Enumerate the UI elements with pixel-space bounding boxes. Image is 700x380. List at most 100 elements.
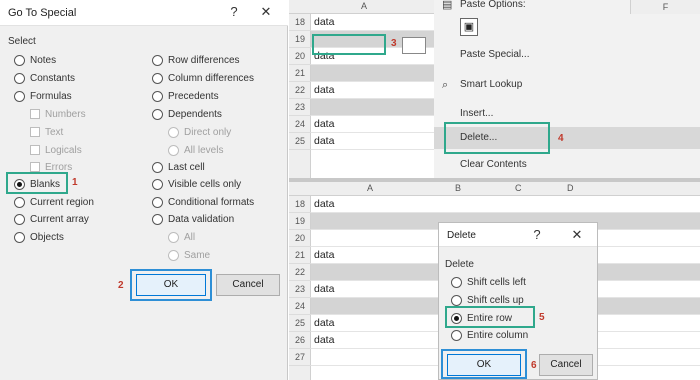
delete-dialog: Delete ? ✕ Delete Shift cells left Shift… xyxy=(438,222,598,380)
option-label: Numbers xyxy=(45,108,86,120)
direct-only-option: Direct only xyxy=(168,125,231,139)
menu-label: Smart Lookup xyxy=(460,79,523,90)
menu-label: Insert... xyxy=(460,108,494,119)
numbers-option: Numbers xyxy=(30,107,86,121)
row-number[interactable]: 18 xyxy=(289,14,311,31)
radio-icon xyxy=(168,126,179,138)
radio-icon xyxy=(14,196,25,208)
menu-label: Paste Options: xyxy=(460,0,526,10)
table-row[interactable]: data xyxy=(311,196,700,213)
notes-option[interactable]: Notes xyxy=(14,53,56,67)
current-region-option[interactable]: Current region xyxy=(14,195,94,209)
step-number: 5 xyxy=(539,312,545,323)
dialog-title-bar: Delete ? ✕ xyxy=(439,223,597,247)
close-icon[interactable]: ✕ xyxy=(569,227,585,243)
conditional-formats-option[interactable]: Conditional formats xyxy=(152,195,254,209)
option-label: All levels xyxy=(184,144,224,156)
help-icon[interactable]: ? xyxy=(226,4,242,20)
option-label: Entire column xyxy=(467,329,529,341)
menu-item-clear-contents[interactable]: Clear Contents xyxy=(434,154,700,176)
row-number[interactable]: 24 xyxy=(289,116,311,133)
shift-cells-left-option[interactable]: Shift cells left xyxy=(451,275,526,289)
delete-highlight xyxy=(444,122,550,154)
precedents-option[interactable]: Precedents xyxy=(152,89,219,103)
row-number[interactable]: 24 xyxy=(289,298,311,315)
step-number: 2 xyxy=(118,280,124,291)
table-row[interactable]: data xyxy=(311,133,434,150)
radio-icon xyxy=(168,144,179,156)
search-icon: ⌕ xyxy=(442,79,449,91)
row-number[interactable]: 23 xyxy=(289,281,311,298)
shift-cells-up-option[interactable]: Shift cells up xyxy=(451,293,524,307)
option-label: Current region xyxy=(30,196,94,208)
table-row[interactable] xyxy=(311,65,434,82)
data-validation-option[interactable]: Data validation xyxy=(152,212,234,226)
row-number[interactable]: 20 xyxy=(289,48,311,65)
column-header-row: A B C D xyxy=(289,182,700,196)
row-number[interactable]: 21 xyxy=(289,247,311,264)
column-differences-option[interactable]: Column differences xyxy=(152,71,254,85)
column-header[interactable]: A xyxy=(367,183,373,193)
same-option: Same xyxy=(168,248,210,262)
row-number[interactable]: 25 xyxy=(289,315,311,332)
option-label: Notes xyxy=(30,54,57,66)
radio-icon xyxy=(14,213,25,225)
row-number[interactable]: 26 xyxy=(289,332,311,349)
dependents-option[interactable]: Dependents xyxy=(152,107,222,121)
last-cell-option[interactable]: Last cell xyxy=(152,160,205,174)
radio-icon xyxy=(152,90,163,102)
row-number[interactable]: 22 xyxy=(289,264,311,281)
menu-item-smart-lookup[interactable]: ⌕ Smart Lookup xyxy=(434,74,700,96)
checkbox-icon xyxy=(30,162,40,172)
row-differences-option[interactable]: Row differences xyxy=(152,53,240,67)
blank-cell-highlight xyxy=(312,34,386,55)
cell-box[interactable] xyxy=(402,37,426,54)
row-number[interactable]: 19 xyxy=(289,213,311,230)
menu-item-paste-special[interactable]: Paste Special... xyxy=(434,44,700,66)
row-number[interactable]: 23 xyxy=(289,99,311,116)
constants-option[interactable]: Constants xyxy=(14,71,75,85)
logicals-option: Logicals xyxy=(30,143,82,157)
cancel-button[interactable]: Cancel xyxy=(539,354,593,376)
column-header[interactable]: F xyxy=(630,0,700,14)
radio-icon xyxy=(14,72,25,84)
row-number[interactable]: 27 xyxy=(289,349,311,366)
cancel-button[interactable]: Cancel xyxy=(216,274,280,296)
row-number[interactable]: 20 xyxy=(289,230,311,247)
row-number[interactable]: 18 xyxy=(289,196,311,213)
radio-icon xyxy=(152,178,163,190)
current-array-option[interactable]: Current array xyxy=(14,212,89,226)
option-label: Column differences xyxy=(168,72,254,84)
row-number[interactable]: 19 xyxy=(289,31,311,48)
radio-icon xyxy=(152,196,163,208)
checkbox-icon xyxy=(30,109,40,119)
radio-icon xyxy=(152,108,163,120)
column-header[interactable]: C xyxy=(515,183,522,193)
blanks-highlight xyxy=(6,172,68,194)
column-header-row: A xyxy=(289,0,434,14)
dialog-title-bar: Go To Special ? ✕ xyxy=(0,0,288,26)
table-row[interactable] xyxy=(311,99,434,116)
table-row[interactable]: data xyxy=(311,14,434,31)
objects-option[interactable]: Objects xyxy=(14,230,64,244)
visible-cells-only-option[interactable]: Visible cells only xyxy=(152,177,241,191)
row-number[interactable]: 22 xyxy=(289,82,311,99)
help-icon[interactable]: ? xyxy=(529,227,545,243)
radio-icon xyxy=(14,90,25,102)
close-icon[interactable]: ✕ xyxy=(258,4,274,20)
clipboard-icon: ▤ xyxy=(442,0,453,11)
column-header[interactable]: B xyxy=(455,183,461,193)
row-number[interactable]: 25 xyxy=(289,133,311,150)
table-row[interactable]: data xyxy=(311,82,434,99)
table-row[interactable]: data xyxy=(311,116,434,133)
option-label: Objects xyxy=(30,231,64,243)
delete-group-label: Delete xyxy=(445,259,474,270)
go-to-special-dialog: Go To Special ? ✕ Select Notes Constants… xyxy=(0,0,288,380)
column-header[interactable]: D xyxy=(567,183,574,193)
row-number[interactable]: 21 xyxy=(289,65,311,82)
paste-icon[interactable]: ▣ xyxy=(460,18,478,36)
option-label: Constants xyxy=(30,72,76,84)
entire-column-option[interactable]: Entire column xyxy=(451,328,528,342)
formulas-option[interactable]: Formulas xyxy=(14,89,72,103)
column-header[interactable]: A xyxy=(361,1,367,11)
